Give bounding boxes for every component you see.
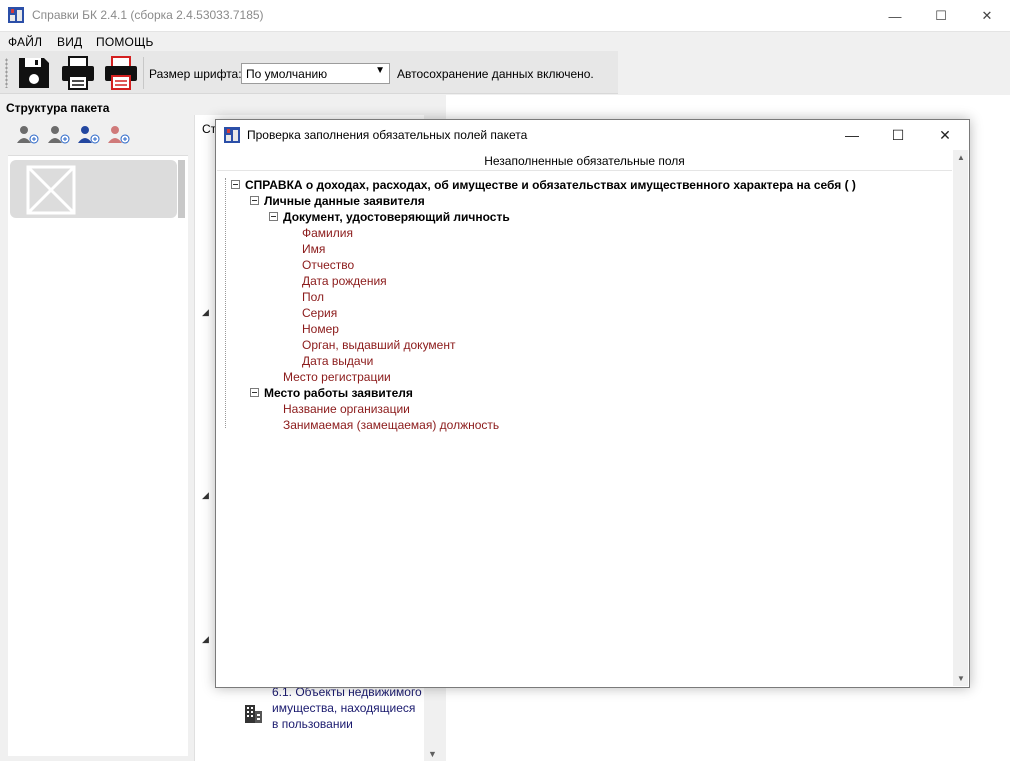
collapse-icon[interactable] <box>250 196 259 205</box>
print-icon[interactable] <box>60 55 96 91</box>
chevron-down-icon: ▼ <box>375 65 385 76</box>
minimize-button[interactable]: — <box>872 0 918 32</box>
package-structure-panel: Структура пакета <box>0 95 188 761</box>
toolbar-separator <box>143 57 144 89</box>
package-document-item[interactable] <box>10 160 177 218</box>
dialog-close-button[interactable]: ✕ <box>922 120 968 150</box>
add-person-icon[interactable] <box>16 125 40 145</box>
tree-node-document[interactable]: Документ, удостоверяющий личность <box>283 209 510 225</box>
save-icon[interactable] <box>16 55 52 91</box>
menu-bar: ФАЙЛ ВИД ПОМОЩЬ <box>0 32 1010 51</box>
autosave-status: Автосохранение данных включено. <box>397 67 594 81</box>
section-real-estate-in-use[interactable]: 6.1. Объекты недвижимого имущества, нахо… <box>272 684 422 732</box>
expand-arrow-icon[interactable]: ◢ <box>202 490 209 501</box>
font-size-label: Размер шрифта: <box>149 67 242 81</box>
menu-file[interactable]: ФАЙЛ <box>8 35 42 49</box>
tree-leaf-field[interactable]: Имя <box>302 241 325 257</box>
maximize-button[interactable]: ☐ <box>918 0 964 32</box>
building-icon <box>245 705 262 723</box>
expand-arrow-icon[interactable]: ◢ <box>202 634 209 645</box>
missing-fields-tree: Незаполненные обязательные поля СПРАВКА … <box>217 150 968 686</box>
package-tree <box>8 155 188 756</box>
toolbar-grip[interactable] <box>5 58 8 88</box>
tree-leaf-field[interactable]: Дата выдачи <box>302 353 373 369</box>
font-size-value: По умолчанию <box>246 67 328 81</box>
dialog-maximize-button[interactable]: ☐ <box>875 120 921 150</box>
close-button[interactable]: ✕ <box>964 0 1010 32</box>
dialog-title: Проверка заполнения обязательных полей п… <box>247 128 528 142</box>
collapse-icon[interactable] <box>269 212 278 221</box>
tree-node-root[interactable]: СПРАВКА о доходах, расходах, об имуществ… <box>245 177 856 193</box>
required-fields-dialog: Проверка заполнения обязательных полей п… <box>215 119 970 688</box>
expand-arrow-icon[interactable]: ◢ <box>202 307 209 318</box>
column-header[interactable]: Незаполненные обязательные поля <box>217 152 952 171</box>
tree-leaf-field[interactable]: Место регистрации <box>283 369 391 385</box>
tree-node-personal[interactable]: Личные данные заявителя <box>264 193 425 209</box>
dialog-scrollbar[interactable]: ▲ ▼ <box>953 150 968 686</box>
tree-leaf-field[interactable]: Фамилия <box>302 225 353 241</box>
tree-leaf-field[interactable]: Название организации <box>283 401 410 417</box>
tree-guide-line <box>225 178 226 428</box>
dialog-minimize-button[interactable]: — <box>829 120 875 150</box>
tree-leaf-field[interactable]: Номер <box>302 321 339 337</box>
collapse-icon[interactable] <box>250 388 259 397</box>
font-size-select[interactable]: По умолчанию ▼ <box>241 63 390 84</box>
toolbar: Размер шрифта: По умолчанию ▼ Автосохран… <box>0 51 618 94</box>
collapse-icon[interactable] <box>231 180 240 189</box>
tree-node-work[interactable]: Место работы заявителя <box>264 385 413 401</box>
menu-help[interactable]: ПОМОЩЬ <box>96 35 154 49</box>
add-child-icon[interactable] <box>77 125 101 145</box>
add-relative-icon[interactable] <box>107 125 131 145</box>
tree-leaf-field[interactable]: Серия <box>302 305 337 321</box>
title-bar: Справки БК 2.4.1 (сборка 2.4.53033.7185)… <box>0 0 1010 32</box>
tree-leaf-field[interactable]: Пол <box>302 289 324 305</box>
scroll-up-icon[interactable]: ▲ <box>957 153 965 162</box>
app-icon <box>224 127 240 143</box>
tree-leaf-field[interactable]: Дата рождения <box>302 273 387 289</box>
window-title: Справки БК 2.4.1 (сборка 2.4.53033.7185) <box>32 8 264 22</box>
add-spouse-icon[interactable] <box>47 125 71 145</box>
menu-view[interactable]: ВИД <box>57 35 82 49</box>
tree-leaf-field[interactable]: Орган, выдавший документ <box>302 337 455 353</box>
app-icon <box>8 7 24 23</box>
tree-leaf-field[interactable]: Занимаемая (замещаемая) должность <box>283 417 499 433</box>
document-placeholder-icon <box>26 165 76 215</box>
tree-leaf-field[interactable]: Отчество <box>302 257 354 273</box>
scroll-down-icon[interactable]: ▼ <box>957 674 965 683</box>
selection-edge <box>178 160 185 218</box>
print-preview-icon[interactable] <box>103 55 139 91</box>
package-structure-title: Структура пакета <box>6 101 110 115</box>
scroll-down-icon[interactable]: ▼ <box>428 749 437 759</box>
dialog-title-bar: Проверка заполнения обязательных полей п… <box>216 120 969 150</box>
